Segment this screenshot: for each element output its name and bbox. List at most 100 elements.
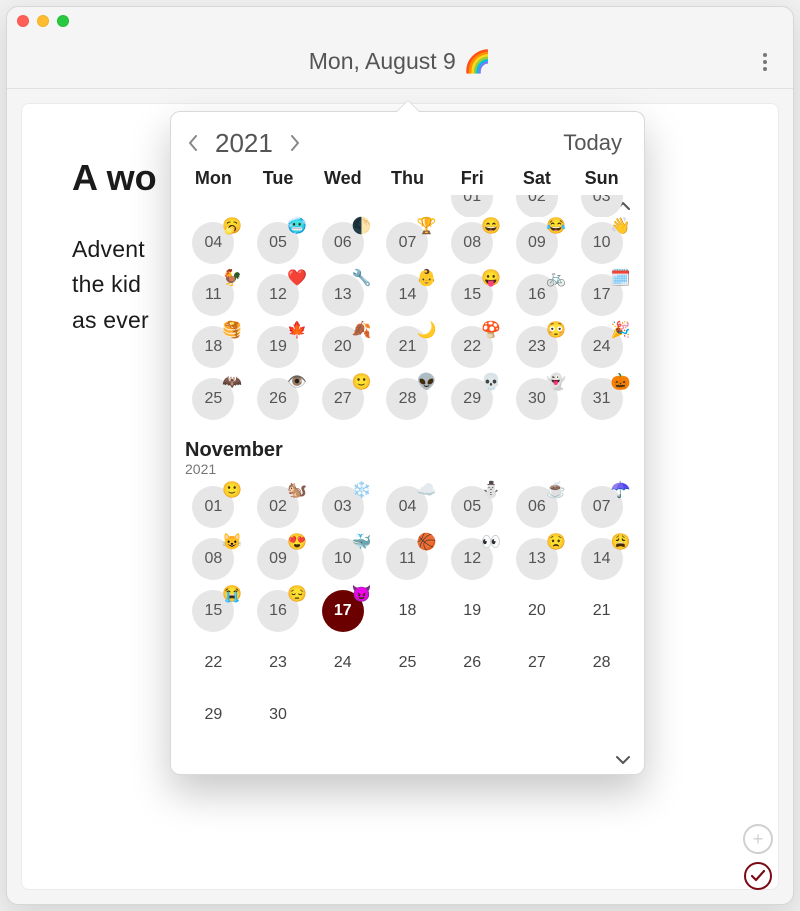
day-cell[interactable]: 16🚲 bbox=[505, 269, 570, 321]
day-cell[interactable]: 20🍂 bbox=[310, 321, 375, 373]
day-cell[interactable]: 25 bbox=[375, 637, 440, 689]
day-cell[interactable]: 21 bbox=[569, 585, 634, 637]
day-cell[interactable]: 02🐿️ bbox=[246, 481, 311, 533]
day-cell[interactable]: 01 bbox=[440, 195, 505, 217]
day-cell[interactable]: 22🍄 bbox=[440, 321, 505, 373]
day-cell[interactable]: 11🐓 bbox=[181, 269, 246, 321]
day-cell[interactable]: 19 bbox=[440, 585, 505, 637]
day-cell[interactable]: 27🙂 bbox=[310, 373, 375, 425]
add-entry-button[interactable]: + bbox=[743, 824, 773, 854]
weekday-fri: Fri bbox=[440, 168, 505, 189]
day-cell[interactable]: 07🏆 bbox=[375, 217, 440, 269]
day-cell[interactable]: 06🌓 bbox=[310, 217, 375, 269]
day-cell[interactable]: 19🍁 bbox=[246, 321, 311, 373]
day-emoji-icon: 🔧 bbox=[352, 268, 372, 288]
day-cell[interactable]: 21🌙 bbox=[375, 321, 440, 373]
header-emoji-icon[interactable]: 🌈 bbox=[464, 49, 491, 75]
day-cell[interactable]: 27 bbox=[505, 637, 570, 689]
day-cell[interactable]: 09😂 bbox=[505, 217, 570, 269]
day-emoji-icon: 😂 bbox=[546, 216, 566, 236]
more-options-button[interactable] bbox=[757, 47, 773, 77]
day-emoji-icon: 🍄 bbox=[481, 320, 501, 340]
day-cell[interactable]: 29💀 bbox=[440, 373, 505, 425]
day-emoji-icon: 🏀 bbox=[417, 532, 437, 552]
day-emoji-icon: 🏆 bbox=[417, 216, 437, 236]
weekday-sat: Sat bbox=[505, 168, 570, 189]
day-cell[interactable]: 14😩 bbox=[569, 533, 634, 585]
day-emoji-icon: 🎉 bbox=[611, 320, 631, 340]
day-cell[interactable]: 29 bbox=[181, 689, 246, 741]
day-emoji-icon: 👁️ bbox=[287, 372, 307, 392]
day-cell[interactable]: 30👻 bbox=[505, 373, 570, 425]
calendar-header: 2021 Today bbox=[171, 112, 644, 166]
day-cell[interactable]: 01🙂 bbox=[181, 481, 246, 533]
day-cell[interactable]: 15😛 bbox=[440, 269, 505, 321]
confirm-button[interactable] bbox=[744, 862, 772, 890]
calendar-scroll-area[interactable]: 010203 04🥱05🥶06🌓07🏆08😄09😂10👋 11🐓12❤️13🔧14👶… bbox=[171, 195, 644, 775]
day-emoji-icon: 🍂 bbox=[352, 320, 372, 340]
day-cell[interactable]: 23😳 bbox=[505, 321, 570, 373]
day-cell[interactable]: 04🥱 bbox=[181, 217, 246, 269]
weekday-header: Mon Tue Wed Thu Fri Sat Sun bbox=[171, 166, 644, 195]
day-cell[interactable]: 02 bbox=[505, 195, 570, 217]
day-cell[interactable]: 03❄️ bbox=[310, 481, 375, 533]
weekday-sun: Sun bbox=[569, 168, 634, 189]
day-emoji-icon: 🥱 bbox=[222, 216, 242, 236]
day-cell[interactable]: 22 bbox=[181, 637, 246, 689]
day-cell[interactable]: 17🗓️ bbox=[569, 269, 634, 321]
day-cell[interactable]: 12👀 bbox=[440, 533, 505, 585]
day-cell[interactable]: 09😍 bbox=[246, 533, 311, 585]
day-cell[interactable]: 03 bbox=[569, 195, 634, 217]
prev-year-button[interactable] bbox=[181, 131, 205, 155]
day-emoji-icon: 🥞 bbox=[222, 320, 242, 340]
day-cell[interactable]: 23 bbox=[246, 637, 311, 689]
day-cell[interactable]: 08😄 bbox=[440, 217, 505, 269]
day-emoji-icon: ☂️ bbox=[611, 480, 631, 500]
day-cell[interactable]: 25🦇 bbox=[181, 373, 246, 425]
day-cell[interactable]: 30 bbox=[246, 689, 311, 741]
scroll-down-button[interactable] bbox=[614, 751, 632, 769]
day-emoji-icon: 🗓️ bbox=[611, 268, 631, 288]
day-cell[interactable]: 05🥶 bbox=[246, 217, 311, 269]
day-cell[interactable]: 05⛄ bbox=[440, 481, 505, 533]
day-emoji-icon: ⛄ bbox=[481, 480, 501, 500]
day-cell[interactable]: 26 bbox=[440, 637, 505, 689]
day-cell[interactable]: 17😈 bbox=[310, 585, 375, 637]
day-cell[interactable]: 24 bbox=[310, 637, 375, 689]
day-cell[interactable]: 11🏀 bbox=[375, 533, 440, 585]
day-cell[interactable]: 31🎃 bbox=[569, 373, 634, 425]
day-cell[interactable]: 18🥞 bbox=[181, 321, 246, 373]
day-cell[interactable]: 28 bbox=[569, 637, 634, 689]
day-emoji-icon: 😔 bbox=[287, 584, 307, 604]
day-cell[interactable]: 24🎉 bbox=[569, 321, 634, 373]
calendar-popover: 2021 Today Mon Tue Wed Thu Fri Sat Sun 0… bbox=[170, 111, 645, 775]
close-window-button[interactable] bbox=[17, 15, 29, 27]
year-label[interactable]: 2021 bbox=[211, 128, 277, 159]
fullscreen-window-button[interactable] bbox=[57, 15, 69, 27]
next-year-button[interactable] bbox=[283, 131, 307, 155]
day-cell[interactable]: 10🐳 bbox=[310, 533, 375, 585]
day-cell[interactable]: 18 bbox=[375, 585, 440, 637]
day-cell[interactable]: 14👶 bbox=[375, 269, 440, 321]
day-cell[interactable]: 28👽 bbox=[375, 373, 440, 425]
day-cell[interactable]: 06☕ bbox=[505, 481, 570, 533]
day-cell[interactable]: 12❤️ bbox=[246, 269, 311, 321]
day-emoji-icon: 😄 bbox=[481, 216, 501, 236]
day-cell[interactable]: 08😺 bbox=[181, 533, 246, 585]
day-emoji-icon: 👋 bbox=[611, 216, 631, 236]
minimize-window-button[interactable] bbox=[37, 15, 49, 27]
day-emoji-icon: 🙂 bbox=[352, 372, 372, 392]
day-cell[interactable]: 04☁️ bbox=[375, 481, 440, 533]
day-cell[interactable]: 15😭 bbox=[181, 585, 246, 637]
day-cell[interactable]: 13🔧 bbox=[310, 269, 375, 321]
day-cell[interactable]: 20 bbox=[505, 585, 570, 637]
day-cell[interactable]: 26👁️ bbox=[246, 373, 311, 425]
day-cell[interactable]: 13😟 bbox=[505, 533, 570, 585]
header-date[interactable]: Mon, August 9 bbox=[309, 48, 456, 75]
today-button[interactable]: Today bbox=[557, 126, 628, 160]
day-emoji-icon: 🚲 bbox=[546, 268, 566, 288]
day-cell[interactable]: 16😔 bbox=[246, 585, 311, 637]
day-cell[interactable]: 07☂️ bbox=[569, 481, 634, 533]
day-emoji-icon: ❤️ bbox=[287, 268, 307, 288]
day-cell[interactable]: 10👋 bbox=[569, 217, 634, 269]
